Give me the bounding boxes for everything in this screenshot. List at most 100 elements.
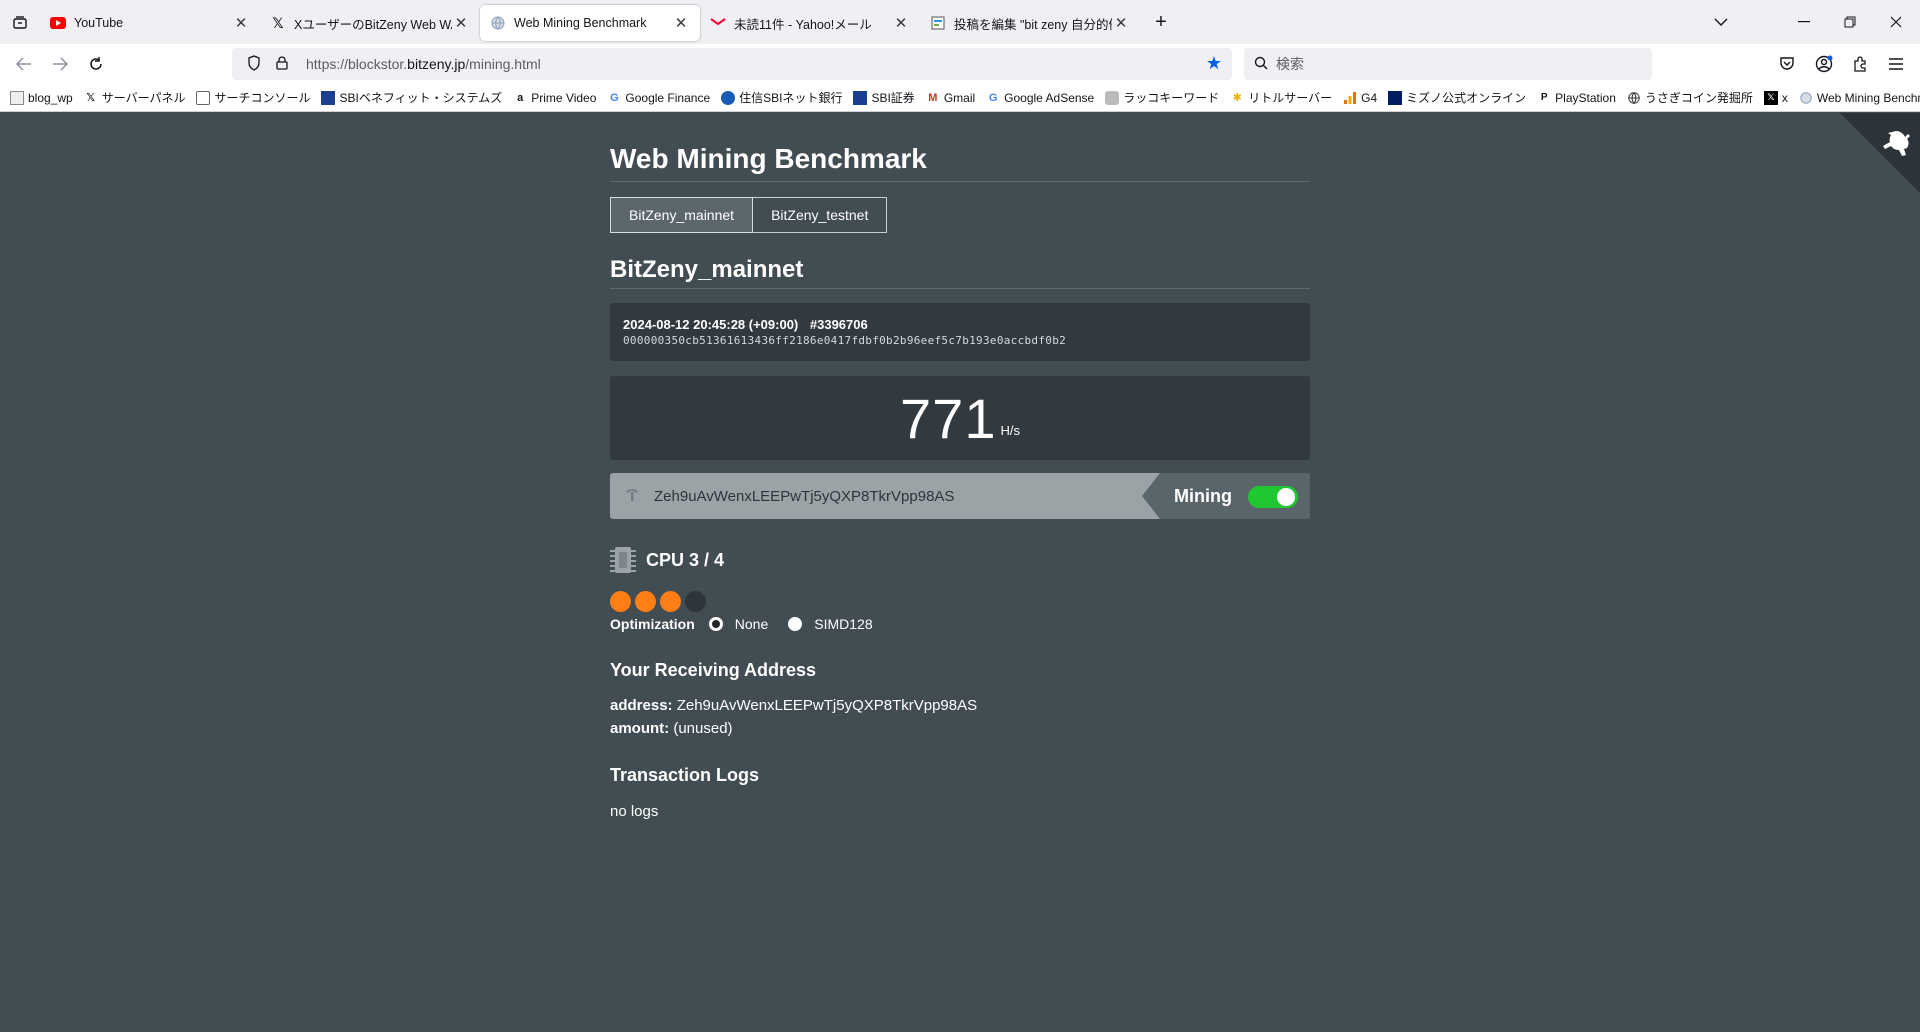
x-icon: 𝕏 — [272, 14, 284, 31]
tab-wordpress-edit[interactable]: 投稿を編集 "bit zeny 自分的備忘 ✕ — [920, 5, 1140, 41]
mining-control: Zeh9uAvWenxLEEPwTj5yQXP8TkrVpp98AS Minin… — [610, 473, 1310, 519]
pickaxe-icon — [624, 486, 642, 506]
github-corner-icon[interactable] — [1840, 113, 1920, 193]
bank-icon — [721, 90, 736, 105]
cpu-thread-dot[interactable] — [610, 591, 631, 612]
forward-arrow-icon[interactable] — [42, 48, 78, 80]
tab-youtube[interactable]: YouTube ✕ — [40, 5, 260, 41]
google-icon: G — [610, 91, 619, 104]
bookmark-item[interactable]: M Gmail — [926, 91, 975, 105]
search-icon — [1254, 56, 1268, 73]
page-title: Web Mining Benchmark — [610, 143, 1310, 182]
cpu-label: CPU 3 / 4 — [646, 549, 725, 570]
block-height: #3396706 — [809, 317, 868, 332]
globe-icon — [1627, 91, 1641, 105]
bookmark-item[interactable]: ラッコキーワード — [1105, 89, 1219, 106]
radio-simd128[interactable] — [788, 617, 803, 631]
console-icon — [196, 90, 211, 105]
tab-x-wallet[interactable]: 𝕏 XユーザーのBitZeny Web WALLET ✕ — [260, 5, 480, 41]
receiving-address-value: Zeh9uAvWenxLEEPwTj5yQXP8TkrVpp98AS — [676, 697, 978, 714]
extensions-icon[interactable] — [1846, 50, 1874, 78]
bookmarks-toolbar: blog_wp 𝕏 サーバーパネル サーチコンソール SBIベネフィット・システム… — [0, 84, 1920, 112]
analytics-icon — [1343, 91, 1357, 105]
radio-none[interactable] — [708, 617, 723, 631]
mining-toggle-area: Mining — [1142, 473, 1310, 519]
optimization-row: Optimization None SIMD128 — [610, 616, 1310, 632]
globe-icon — [1799, 91, 1813, 105]
lock-icon[interactable] — [268, 55, 296, 73]
radio-none-label[interactable]: None — [735, 616, 768, 632]
bookmark-item[interactable]: 𝕏x — [1763, 90, 1788, 105]
bookmark-item[interactable]: G Google Finance — [607, 91, 710, 105]
bookmark-item[interactable]: a Prime Video — [513, 91, 596, 105]
new-tab-icon[interactable]: + — [1146, 11, 1176, 34]
close-tab-icon[interactable]: ✕ — [672, 14, 690, 32]
search-placeholder: 検索 — [1276, 56, 1304, 72]
server-icon: ✱ — [1232, 92, 1242, 104]
transaction-logs-heading: Transaction Logs — [610, 765, 760, 785]
close-tab-icon[interactable]: ✕ — [232, 14, 250, 32]
bookmark-item[interactable]: G4 — [1343, 91, 1377, 105]
tab-title: 投稿を編集 "bit zeny 自分的備忘 — [954, 17, 1112, 32]
sbi-icon — [321, 90, 336, 105]
cpu-thread-dot[interactable] — [685, 591, 706, 612]
tab-title: 未読11件 - Yahoo!メール — [734, 17, 872, 32]
block-hash: 000000350cb51361613436ff2186e0417fdbf0b2… — [623, 334, 1067, 347]
restore-icon[interactable] — [1827, 0, 1873, 44]
close-tab-icon[interactable]: ✕ — [1112, 14, 1130, 32]
reload-icon[interactable] — [78, 48, 114, 80]
tab-bitzeny-mainnet[interactable]: BitZeny_mainnet — [610, 197, 754, 233]
receiving-address: address: Zeh9uAvWenxLEEPwTj5yQXP8TkrVpp9… — [610, 697, 978, 714]
page-viewport: Web Mining Benchmark BitZeny_mainnet Bit… — [0, 113, 1920, 1032]
mining-toggle[interactable] — [1248, 486, 1298, 508]
hashrate-panel: 771 H/s — [610, 376, 1310, 460]
pocket-icon[interactable] — [1773, 50, 1801, 78]
account-icon[interactable] — [1810, 50, 1838, 78]
tab-title: Web Mining Benchmark — [514, 16, 647, 30]
tab-yahoo-mail[interactable]: 未読11件 - Yahoo!メール ✕ — [700, 5, 920, 41]
close-window-icon[interactable] — [1873, 0, 1919, 44]
hashrate-value: 771 — [900, 386, 997, 450]
bookmark-item[interactable]: 住信SBIネット銀行 — [721, 89, 842, 106]
navigation-toolbar: https://blockstor.bitzeny.jp/mining.html… — [0, 44, 1920, 84]
receiving-amount-value: (unused) — [673, 720, 733, 737]
cpu-thread-dot[interactable] — [660, 591, 681, 612]
bookmark-item[interactable]: うさぎコイン発掘所 — [1627, 89, 1753, 106]
chevron-down-icon[interactable] — [1698, 0, 1744, 44]
bookmark-item[interactable]: 𝕏 サーバーパネル — [84, 89, 185, 106]
list-all-tabs-icon[interactable] — [0, 0, 40, 44]
address-bar[interactable]: https://blockstor.bitzeny.jp/mining.html… — [232, 48, 1232, 80]
bookmark-item[interactable]: SBI証券 — [853, 89, 915, 106]
tab-bitzeny-testnet[interactable]: BitZeny_testnet — [753, 197, 888, 233]
search-input[interactable]: 検索 — [1244, 48, 1652, 80]
back-arrow-icon[interactable] — [6, 48, 42, 80]
radio-simd128-label[interactable]: SIMD128 — [814, 616, 872, 632]
bookmark-star-icon[interactable]: ★ — [1206, 53, 1222, 74]
tab-web-mining-benchmark[interactable]: Web Mining Benchmark ✕ — [480, 5, 700, 41]
shield-icon[interactable] — [240, 54, 268, 74]
receiving-heading: Your Receiving Address — [610, 660, 817, 680]
menu-icon[interactable] — [1882, 50, 1910, 78]
block-datetime: 2024-08-12 20:45:28 (+09:00) — [623, 317, 799, 332]
bookmark-item[interactable]: G Google AdSense — [986, 91, 1094, 105]
bookmark-item[interactable]: P PlayStation — [1537, 91, 1616, 105]
main-content: Web Mining Benchmark BitZeny_mainnet Bit… — [610, 113, 1310, 820]
tab-title: XユーザーのBitZeny Web WALLET — [294, 17, 452, 32]
bookmark-item[interactable]: サーチコンソール — [196, 89, 310, 106]
close-tab-icon[interactable]: ✕ — [892, 14, 910, 32]
cpu-row: CPU 3 / 4 — [610, 545, 1310, 575]
minimize-icon[interactable] — [1781, 0, 1827, 44]
x-icon: 𝕏 — [86, 92, 96, 104]
receiving-amount: amount: (unused) — [610, 720, 733, 737]
bookmark-item[interactable]: ミズノ公式オンライン — [1388, 89, 1526, 106]
cpu-thread-dot[interactable] — [635, 591, 656, 612]
bookmark-item[interactable]: ✱ リトルサーバー — [1230, 89, 1333, 106]
bookmark-item[interactable]: blog_wp — [10, 90, 73, 105]
sbi-icon — [853, 90, 868, 105]
close-tab-icon[interactable]: ✕ — [452, 14, 470, 32]
hashrate-unit: H/s — [1000, 422, 1020, 438]
bookmark-item[interactable]: Web Mining Benchmark — [1799, 91, 1920, 105]
youtube-icon — [50, 15, 66, 31]
x-icon: 𝕏 — [1763, 90, 1778, 105]
bookmark-item[interactable]: SBIベネフィット・システムズ — [321, 89, 502, 106]
